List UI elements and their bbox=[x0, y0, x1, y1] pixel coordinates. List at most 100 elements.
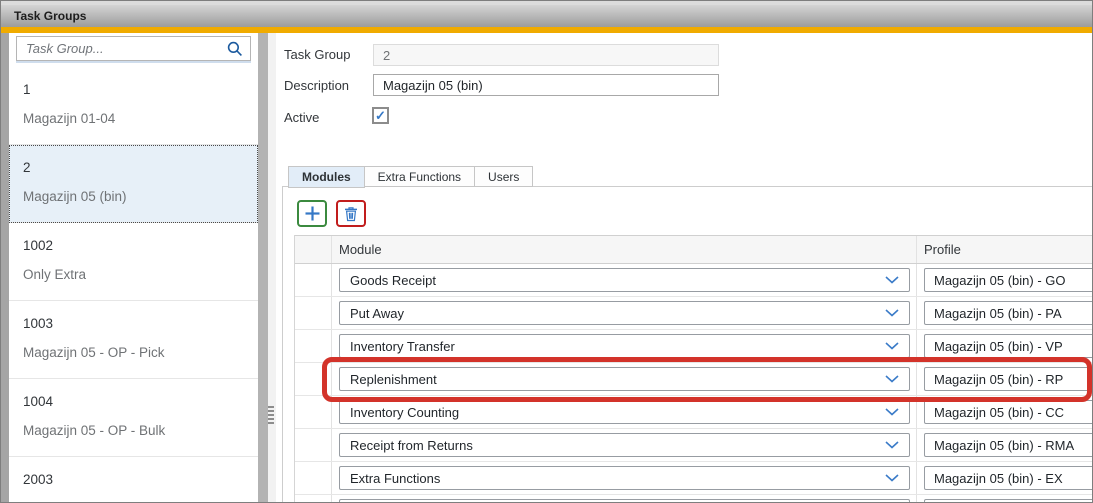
module-cell: Inventory Counting bbox=[332, 396, 917, 428]
profile-cell: Magazijn 05 (bin) - VP bbox=[917, 330, 1093, 362]
chevron-down-icon bbox=[885, 441, 899, 449]
chevron-down-icon bbox=[885, 309, 899, 317]
tab[interactable]: Modules bbox=[288, 166, 365, 188]
profile-field[interactable] bbox=[924, 499, 1093, 503]
row-selector-cell[interactable] bbox=[295, 429, 332, 461]
profile-field[interactable]: Magazijn 05 (bin) - GO bbox=[924, 268, 1093, 292]
task-group-search-input[interactable] bbox=[24, 40, 221, 57]
module-select-value: Replenishment bbox=[350, 372, 437, 387]
task-group-sidebar: 1 Magazijn 01-04 2 Magazijn 05 (bin) 100… bbox=[9, 33, 258, 502]
profile-field-value: Magazijn 05 (bin) - EX bbox=[934, 471, 1063, 486]
grid-row: Inventory Transfer bbox=[295, 330, 1093, 363]
trash-icon bbox=[343, 206, 359, 222]
profile-field[interactable]: Magazijn 05 (bin) - RP bbox=[924, 367, 1093, 391]
module-select[interactable]: Replenishment bbox=[339, 367, 910, 391]
active-label: Active bbox=[284, 110, 319, 125]
module-select[interactable]: Inventory Transfer bbox=[339, 334, 910, 358]
module-select-value: Goods Receipt bbox=[350, 273, 436, 288]
task-group-list: 1 Magazijn 01-04 2 Magazijn 05 (bin) 100… bbox=[9, 67, 258, 502]
row-selector-cell[interactable] bbox=[295, 264, 332, 296]
profile-cell: Magazijn 05 (bin) - GO bbox=[917, 264, 1093, 296]
task-group-id: 1003 bbox=[23, 316, 246, 331]
grid-row bbox=[295, 495, 1093, 503]
grid-row: Extra Functions bbox=[295, 462, 1093, 495]
task-group-desc: Magazijn 05 - OP - Pick bbox=[23, 345, 246, 360]
profile-field[interactable]: Magazijn 05 (bin) - RMA bbox=[924, 433, 1093, 457]
description-field[interactable] bbox=[373, 74, 719, 96]
window-titlebar: Task Groups bbox=[1, 5, 1092, 27]
row-selector-cell[interactable] bbox=[295, 396, 332, 428]
profile-cell: Magazijn 05 (bin) - RMA bbox=[917, 429, 1093, 461]
task-group-field bbox=[373, 44, 719, 66]
module-select-value: Put Away bbox=[350, 306, 404, 321]
module-column-header: Module bbox=[332, 236, 917, 263]
grid-row: Goods Receipt M bbox=[295, 264, 1093, 297]
profile-field-value: Magazijn 05 (bin) - RP bbox=[934, 372, 1063, 387]
task-group-desc: Magazijn 05 (bin) bbox=[23, 189, 246, 204]
profile-cell: Magazijn 05 (bin) - CC bbox=[917, 396, 1093, 428]
task-group-id: 2003 bbox=[23, 472, 246, 487]
tab-strip: Modules Extra Functions Users bbox=[288, 166, 533, 188]
chevron-down-icon bbox=[885, 342, 899, 350]
detail-panel: Task Group Description Active ✓ Modules … bbox=[276, 33, 1092, 502]
checkmark-icon: ✓ bbox=[375, 109, 386, 122]
tab-label: Extra Functions bbox=[378, 170, 461, 184]
task-group-desc: Magazijn 05 - OP - Bulk bbox=[23, 423, 246, 438]
row-selector-cell[interactable] bbox=[295, 330, 332, 362]
row-selector-cell[interactable] bbox=[295, 462, 332, 494]
window-title: Task Groups bbox=[14, 9, 86, 23]
chevron-down-icon bbox=[885, 408, 899, 416]
sidebar-splitter[interactable] bbox=[258, 33, 276, 502]
task-groups-window: Task Groups 1 Magazijn 01-04 bbox=[0, 0, 1093, 503]
module-select-value: Receipt from Returns bbox=[350, 438, 473, 453]
grid-toolbar bbox=[297, 200, 366, 227]
task-group-id: 1 bbox=[23, 82, 246, 97]
module-select[interactable]: Receipt from Returns bbox=[339, 433, 910, 457]
modules-grid: Module Profile Goods Receipt bbox=[294, 235, 1093, 503]
module-select[interactable]: Goods Receipt bbox=[339, 268, 910, 292]
row-selector-cell[interactable] bbox=[295, 363, 332, 395]
row-selector-cell[interactable] bbox=[295, 495, 332, 503]
add-row-button[interactable] bbox=[297, 200, 327, 227]
row-selector-cell[interactable] bbox=[295, 297, 332, 329]
chevron-down-icon bbox=[885, 474, 899, 482]
module-cell: Put Away bbox=[332, 297, 917, 329]
profile-cell: Magazijn 05 (bin) - RP bbox=[917, 363, 1093, 395]
delete-row-button[interactable] bbox=[336, 200, 366, 227]
tab[interactable]: Extra Functions bbox=[365, 166, 475, 187]
profile-field[interactable]: Magazijn 05 (bin) - CC bbox=[924, 400, 1093, 424]
profile-field-value: Magazijn 05 (bin) - RMA bbox=[934, 438, 1074, 453]
task-group-list-item[interactable]: 2 Magazijn 05 (bin) bbox=[9, 145, 258, 223]
module-select[interactable]: Put Away bbox=[339, 301, 910, 325]
task-group-list-item[interactable]: 1004 Magazijn 05 - OP - Bulk bbox=[9, 379, 258, 457]
splitter-grip[interactable] bbox=[268, 406, 274, 426]
profile-field[interactable]: Magazijn 05 (bin) - VP bbox=[924, 334, 1093, 358]
module-select-value: Extra Functions bbox=[350, 471, 440, 486]
chevron-down-icon bbox=[885, 276, 899, 284]
profile-column-header: Profile bbox=[917, 236, 1093, 263]
profile-field-value: Magazijn 05 (bin) - CC bbox=[934, 405, 1064, 420]
module-cell: Replenishment bbox=[332, 363, 917, 395]
task-group-list-item[interactable]: 1 Magazijn 01-04 bbox=[9, 67, 258, 145]
tab-label: Users bbox=[488, 170, 519, 184]
task-group-id: 1002 bbox=[23, 238, 246, 253]
search-icon[interactable] bbox=[227, 41, 243, 57]
profile-field[interactable]: Magazijn 05 (bin) - EX bbox=[924, 466, 1093, 490]
module-select[interactable]: Extra Functions bbox=[339, 466, 910, 490]
tab[interactable]: Users bbox=[475, 166, 533, 187]
profile-cell: Magazijn 05 (bin) - PA bbox=[917, 297, 1093, 329]
grid-row: Replenishment M bbox=[295, 363, 1093, 396]
task-group-desc: Magazijn 01-04 bbox=[23, 111, 246, 126]
module-select-value: Inventory Counting bbox=[350, 405, 459, 420]
profile-field[interactable]: Magazijn 05 (bin) - PA bbox=[924, 301, 1093, 325]
task-group-list-item[interactable]: 1002 Only Extra bbox=[9, 223, 258, 301]
task-group-list-item[interactable]: 2003 bbox=[9, 457, 258, 502]
active-checkbox[interactable]: ✓ bbox=[372, 107, 389, 124]
task-group-list-item[interactable]: 1003 Magazijn 05 - OP - Pick bbox=[9, 301, 258, 379]
profile-cell bbox=[917, 495, 1093, 503]
module-select-value: Inventory Transfer bbox=[350, 339, 455, 354]
task-group-id: 1004 bbox=[23, 394, 246, 409]
profile-cell: Magazijn 05 (bin) - EX bbox=[917, 462, 1093, 494]
module-select[interactable] bbox=[339, 499, 910, 503]
module-select[interactable]: Inventory Counting bbox=[339, 400, 910, 424]
